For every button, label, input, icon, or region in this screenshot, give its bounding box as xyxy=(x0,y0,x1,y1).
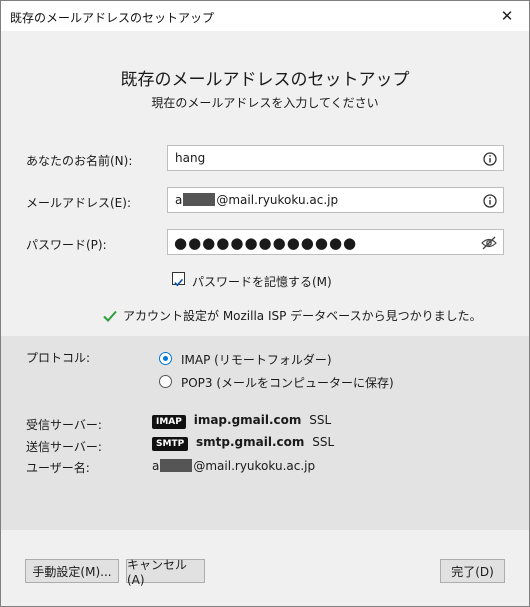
done-button[interactable]: 完了(D) xyxy=(440,559,505,583)
setup-dialog: 既存のメールアドレスのセットアップ ✕ 既存のメールアドレスのセットアップ 現在… xyxy=(0,0,530,607)
incoming-server-host: imap.gmail.com xyxy=(193,413,302,427)
username-prefix: a xyxy=(152,459,160,473)
imap-option-label[interactable]: IMAP (リモートフォルダー) xyxy=(181,351,332,368)
page-title: 既存のメールアドレスのセットアップ xyxy=(120,70,410,90)
pop3-option-label[interactable]: POP3 (メールをコンピューターに保存) xyxy=(181,374,394,391)
config-found-message: アカウント設定が Mozilla ISP データベースから見つかりました。 xyxy=(123,309,482,323)
redaction-block xyxy=(183,193,216,206)
outgoing-server-row: SMTP smtp.gmail.com SSL xyxy=(152,435,334,451)
imap-badge: IMAP xyxy=(152,415,186,429)
title-bar: 既存のメールアドレスのセットアップ ✕ xyxy=(1,1,529,31)
manual-config-button[interactable]: 手動設定(M)... xyxy=(25,559,119,583)
outgoing-server-host: smtp.gmail.com xyxy=(196,435,305,449)
remember-password-checkbox[interactable] xyxy=(172,272,185,287)
close-icon: ✕ xyxy=(500,7,514,25)
email-field[interactable]: a @mail.ryukoku.ac.jp xyxy=(167,187,504,213)
cancel-button[interactable]: キャンセル(A) xyxy=(126,558,205,587)
info-icon[interactable] xyxy=(483,193,497,212)
outgoing-security: SSL xyxy=(312,435,335,449)
username-label: ユーザー名: xyxy=(26,461,90,475)
email-value: a @mail.ryukoku.ac.jp xyxy=(175,193,338,207)
password-label: パスワード(P): xyxy=(26,238,107,252)
hide-password-icon[interactable] xyxy=(481,235,497,254)
server-config-section: プロトコル: IMAP (リモートフォルダー) POP3 (メールをコンピュータ… xyxy=(1,336,529,530)
incoming-server-label: 受信サーバー: xyxy=(26,418,102,432)
username-suffix: @mail.ryukoku.ac.jp xyxy=(193,459,316,473)
username-value: a @mail.ryukoku.ac.jp xyxy=(152,459,315,473)
incoming-security: SSL xyxy=(309,413,332,427)
redaction-block xyxy=(160,459,193,472)
password-field[interactable]: ●●●●●●●●●●●●● xyxy=(167,229,504,255)
protocol-label: プロトコル: xyxy=(26,351,91,365)
name-field[interactable]: hang xyxy=(167,145,504,171)
email-prefix: a xyxy=(175,193,183,207)
close-button[interactable]: ✕ xyxy=(485,1,529,31)
name-label: あなたのお名前(N): xyxy=(26,154,133,168)
incoming-server-row: IMAP imap.gmail.com SSL xyxy=(152,413,331,429)
pop3-radio[interactable] xyxy=(159,375,172,388)
smtp-badge: SMTP xyxy=(152,437,189,451)
window-title: 既存のメールアドレスのセットアップ xyxy=(10,11,215,25)
name-value: hang xyxy=(175,151,206,165)
page-subtitle: 現在のメールアドレスを入力してください xyxy=(151,96,379,110)
remember-password-label[interactable]: パスワードを記憶する(M) xyxy=(192,273,332,290)
outgoing-server-label: 送信サーバー: xyxy=(26,440,102,454)
account-form-section: 既存のメールアドレスのセットアップ 現在のメールアドレスを入力してください あな… xyxy=(1,31,529,336)
email-label: メールアドレス(E): xyxy=(26,196,131,210)
config-found-status: アカウント設定が Mozilla ISP データベースから見つかりました。 xyxy=(103,307,482,324)
imap-radio[interactable] xyxy=(159,352,172,365)
info-icon[interactable] xyxy=(483,151,497,170)
checkmark-icon xyxy=(174,278,184,287)
success-check-icon xyxy=(103,310,117,322)
password-value: ●●●●●●●●●●●●● xyxy=(174,234,358,252)
email-suffix: @mail.ryukoku.ac.jp xyxy=(216,193,339,207)
